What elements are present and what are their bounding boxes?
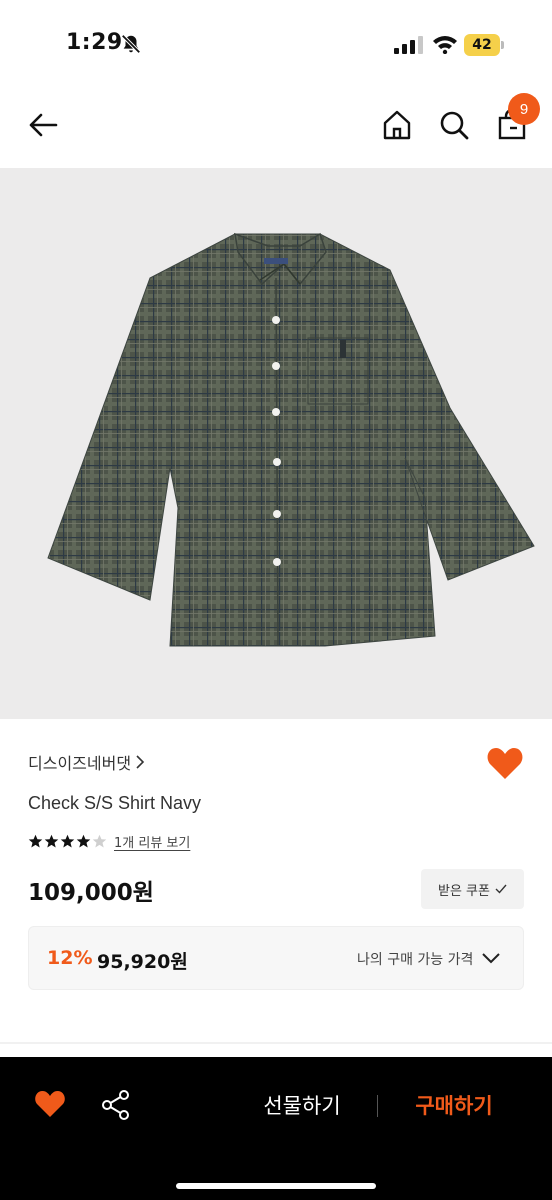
my-price-label: 나의 구매 가능 가격 — [357, 952, 474, 968]
star-filled-icon — [28, 834, 43, 848]
product-image[interactable] — [0, 168, 552, 719]
product-name: Check S/S Shirt Navy — [28, 793, 202, 813]
bell-off-icon — [121, 34, 141, 54]
checkmark-icon — [495, 884, 507, 894]
status-time: 1:29 — [66, 30, 123, 55]
home-icon[interactable] — [380, 108, 414, 142]
wifi-icon — [433, 36, 457, 54]
status-bar: 1:29 42 — [0, 0, 552, 80]
buy-button[interactable]: 구매하기 — [384, 1087, 524, 1123]
back-arrow-icon[interactable] — [26, 108, 60, 142]
shirt-illustration — [47, 232, 535, 647]
cart-count-badge: 9 — [508, 93, 540, 125]
star-filled-icon — [60, 834, 75, 848]
app-header — [0, 80, 552, 168]
rating-row: 1개 리뷰 보기 — [28, 832, 190, 851]
home-indicator — [176, 1183, 376, 1189]
star-filled-icon — [76, 834, 91, 848]
search-icon[interactable] — [437, 108, 471, 142]
wishlist-heart-icon[interactable] — [34, 1089, 66, 1119]
star-filled-icon — [44, 834, 59, 848]
my-price-panel[interactable]: 12% 95,920원 나의 구매 가능 가격 — [28, 926, 524, 990]
battery-level: 42 — [472, 37, 492, 53]
brand-name: 디스이즈네버댓 — [28, 754, 132, 773]
section-divider — [0, 1042, 552, 1044]
brand-link[interactable]: 디스이즈네버댓 — [28, 750, 145, 774]
coupon-label: 받은 쿠폰 — [438, 883, 490, 899]
chevron-right-icon — [136, 755, 145, 769]
bottom-action-bar: 선물하기 구매하기 — [0, 1057, 552, 1200]
button-separator — [377, 1095, 378, 1117]
battery-indicator: 42 — [464, 34, 504, 56]
review-link[interactable]: 1개 리뷰 보기 — [114, 832, 190, 851]
star-empty-icon — [92, 834, 107, 848]
chevron-down-icon[interactable] — [481, 951, 501, 965]
star-rating — [28, 834, 108, 849]
cellular-signal-icon — [394, 36, 423, 54]
product-price: 109,000원 — [28, 880, 154, 906]
share-icon[interactable] — [100, 1089, 132, 1121]
discount-price: 95,920원 — [97, 951, 188, 973]
gift-button[interactable]: 선물하기 — [234, 1087, 370, 1123]
coupon-button[interactable]: 받은 쿠폰 — [421, 869, 524, 909]
discount-percent: 12% — [47, 947, 93, 969]
favorite-heart-icon[interactable] — [486, 745, 524, 781]
